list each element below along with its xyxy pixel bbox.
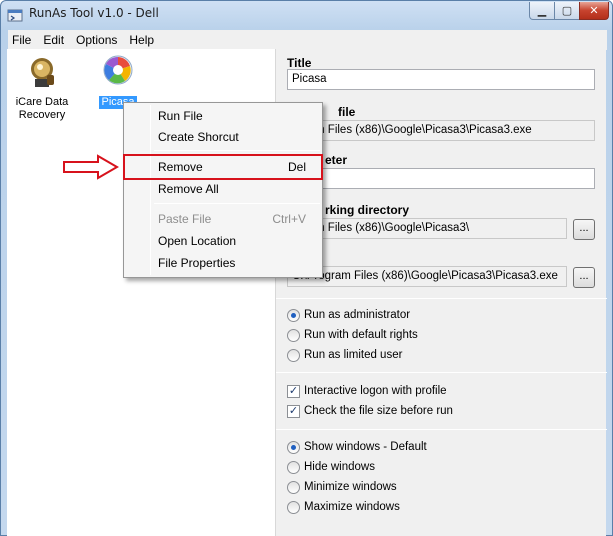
radio-minimize-windows[interactable]: Minimize windows xyxy=(287,479,397,495)
menu-item-label: Open Location xyxy=(158,234,237,248)
browse-icon-button[interactable]: ... xyxy=(573,267,595,288)
radio-label: Run as administrator xyxy=(304,309,411,321)
checkmark-icon: ✓ xyxy=(287,404,300,418)
menu-file[interactable]: File xyxy=(8,33,37,47)
working-directory-label: rking directory xyxy=(325,203,410,217)
checkbox-label: Check the file size before run xyxy=(304,405,453,417)
radio-label: Minimize windows xyxy=(304,481,397,493)
icon-path-field[interactable]: C:\Program Files (x86)\Google\Picasa3\Pi… xyxy=(287,266,567,287)
radio-maximize-windows[interactable]: Maximize windows xyxy=(287,499,400,515)
menu-item-label: Paste File xyxy=(158,212,212,226)
radio-icon xyxy=(287,348,300,362)
radio-icon xyxy=(287,328,300,342)
radio-hide-windows[interactable]: Hide windows xyxy=(287,459,375,475)
minimize-button[interactable]: ▁ xyxy=(529,2,555,20)
menu-separator xyxy=(154,150,320,151)
app-item-icare[interactable]: iCare Data Recovery xyxy=(7,55,77,122)
radio-label: Run with default rights xyxy=(304,329,418,341)
menu-item-label: Remove All xyxy=(158,182,219,196)
title-bar[interactable]: RunAs Tool v1.0 - Dell ▁ ▢ ✕ xyxy=(1,1,612,29)
menu-item-label: File Properties xyxy=(158,256,236,270)
checkbox-interactive-logon[interactable]: ✓ Interactive logon with profile xyxy=(287,383,447,399)
context-menu: Run File Create Shorcut Remove Del Remov… xyxy=(123,102,323,278)
radio-label: Run as limited user xyxy=(304,349,403,361)
divider xyxy=(276,429,607,430)
checkbox-label: Interactive logon with profile xyxy=(304,385,447,397)
maximize-icon: ▢ xyxy=(561,5,573,17)
menu-item-shortcut: Ctrl+V xyxy=(272,212,306,226)
browse-directory-button[interactable]: ... xyxy=(573,219,595,240)
menu-item-paste-file: Paste File Ctrl+V xyxy=(126,209,320,229)
menu-item-label: Create Shorcut xyxy=(158,130,239,144)
menu-separator xyxy=(154,203,320,204)
radio-run-as-admin[interactable]: Run as administrator xyxy=(287,307,410,323)
details-pane: Title Picasa file ogram Files (x86)\Goog… xyxy=(275,49,607,536)
radio-icon xyxy=(287,460,300,474)
menu-item-file-properties[interactable]: File Properties xyxy=(126,253,320,273)
parameter-input[interactable] xyxy=(287,168,595,189)
menu-item-label: Run File xyxy=(158,109,203,123)
close-icon: ✕ xyxy=(589,5,599,17)
window-title: RunAs Tool v1.0 - Dell xyxy=(29,6,159,20)
highlight-annotation xyxy=(123,154,323,180)
app-icon xyxy=(7,9,23,22)
menu-item-run-file[interactable]: Run File xyxy=(126,106,320,126)
radio-label: Maximize windows xyxy=(304,501,400,513)
title-label: Title xyxy=(287,56,312,70)
radio-icon xyxy=(287,480,300,494)
maximize-button[interactable]: ▢ xyxy=(554,2,580,20)
title-input[interactable]: Picasa xyxy=(287,69,595,90)
divider xyxy=(276,372,607,373)
menu-help[interactable]: Help xyxy=(123,33,160,47)
checkmark-icon: ✓ xyxy=(287,384,300,398)
app-item-picasa[interactable]: Picasa xyxy=(83,55,153,109)
minimize-icon: ▁ xyxy=(537,5,547,17)
radio-selected-icon xyxy=(287,308,300,322)
radio-label: Show windows - Default xyxy=(304,441,427,453)
file-label: file xyxy=(338,105,356,119)
app-label: iCare Data Recovery xyxy=(15,96,69,121)
file-path-field[interactable]: ogram Files (x86)\Google\Picasa3\Picasa3… xyxy=(287,120,595,141)
menu-item-remove-all[interactable]: Remove All xyxy=(126,179,320,199)
radio-limited-user[interactable]: Run as limited user xyxy=(287,347,402,363)
menu-edit[interactable]: Edit xyxy=(37,33,70,47)
parameter-label: eter xyxy=(325,153,348,167)
menu-options[interactable]: Options xyxy=(70,33,123,47)
divider xyxy=(276,298,607,299)
working-directory-field[interactable]: ogram Files (x86)\Google\Picasa3\ xyxy=(287,218,567,239)
radio-label: Hide windows xyxy=(304,461,375,473)
radio-icon xyxy=(287,500,300,514)
menu-bar: File Edit Options Help xyxy=(8,30,607,50)
checkbox-file-size[interactable]: ✓ Check the file size before run xyxy=(287,403,453,419)
icare-recovery-icon xyxy=(31,58,54,87)
radio-show-windows[interactable]: Show windows - Default xyxy=(287,439,427,455)
close-button[interactable]: ✕ xyxy=(579,2,609,20)
picasa-icon xyxy=(103,55,133,85)
radio-selected-icon xyxy=(287,440,300,454)
radio-default-rights[interactable]: Run with default rights xyxy=(287,327,418,343)
arrow-right-icon xyxy=(63,154,119,180)
menu-item-open-location[interactable]: Open Location xyxy=(126,231,320,251)
menu-item-create-shortcut[interactable]: Create Shorcut xyxy=(126,127,320,147)
